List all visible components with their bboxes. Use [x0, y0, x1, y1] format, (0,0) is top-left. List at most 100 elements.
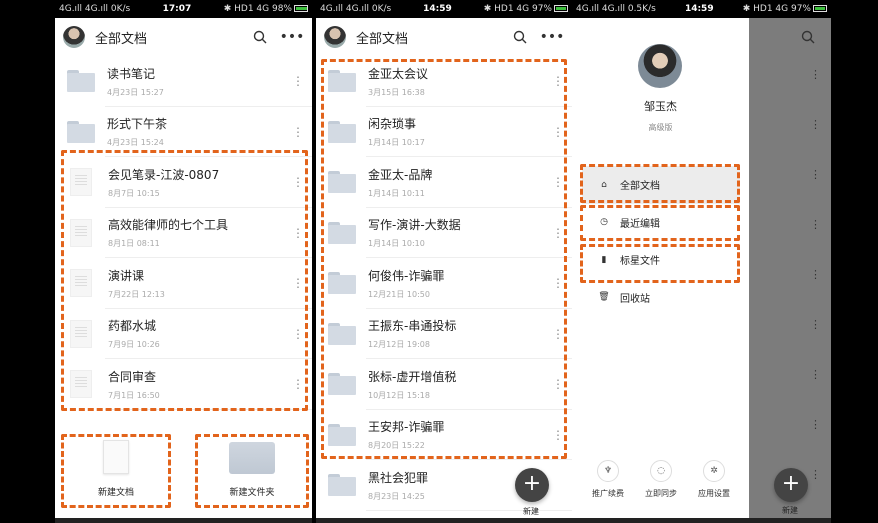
new-fab-label: 新建: [523, 507, 539, 516]
item-more-icon[interactable]: ⋮: [552, 378, 564, 390]
screen-all-docs: 4G.ıll 4G.ıll 0K/s 17:07 ✱ HD1 4G 98% 全部…: [55, 0, 312, 523]
list-item[interactable]: 读书笔记 4月23日 15:27 ⋮: [55, 56, 312, 107]
home-icon: ⌂: [601, 179, 607, 190]
file-list: 读书笔记 4月23日 15:27 ⋮ 形式下午茶 4月23日 15:24 ⋮ 会见笔录-…: [55, 56, 312, 410]
menu-item-all-docs[interactable]: ⌂ 全部文档: [582, 166, 740, 204]
folder-icon: [328, 120, 356, 143]
drawer-menu: ⌂ 全部文档 ◷ 最近编辑 ▮ 标星文件 🗑 回收站: [582, 166, 740, 316]
avatar[interactable]: [63, 26, 85, 48]
list-item[interactable]: 王安邦-诈骗罪 8月20日 15:22 ⋮: [316, 410, 572, 461]
item-more-icon[interactable]: ⋮: [292, 227, 304, 239]
item-date: 3月15日 16:38: [368, 87, 425, 97]
more-icon: ⋮: [810, 318, 821, 331]
list-item[interactable]: 合同审查 7月1日 16:50 ⋮: [55, 359, 312, 410]
new-folder-label: 新建文件夹: [229, 488, 275, 498]
status-signal: 4G.ıll 4G.ıll 0K/s: [59, 4, 131, 14]
item-more-icon[interactable]: ⋮: [292, 176, 304, 188]
search-icon[interactable]: [508, 25, 532, 49]
list-item[interactable]: 何俊伟-诈骗罪 12月21日 10:50 ⋮: [316, 258, 572, 309]
screen-all-docs-2: 4G.ıll 4G.ıll 0K/s 14:59 ✱ HD1 4G 97% 全部…: [316, 0, 572, 523]
status-signal: 4G.ıll 4G.ıll 0K/s: [320, 4, 392, 14]
menu-item-starred[interactable]: ▮ 标星文件: [582, 241, 740, 279]
list-item[interactable]: 写作-演讲-大数据 1月14日 10:10 ⋮: [316, 208, 572, 259]
status-time: 14:59: [423, 4, 452, 14]
list-item[interactable]: 会见笔录-江波-0807 8月7日 10:15 ⋮: [55, 157, 312, 208]
list-item[interactable]: 金亚太会议 3月15日 16:38 ⋮: [316, 56, 572, 107]
status-right: ✱ HD1 4G 98%: [224, 4, 308, 14]
item-date: 12月12日 19:08: [368, 340, 430, 350]
menu-item-recent[interactable]: ◷ 最近编辑: [582, 204, 740, 242]
more-options-icon[interactable]: •••: [540, 25, 565, 49]
footer-label: 推广续费: [592, 489, 624, 498]
menu-item-label: 最近编辑: [620, 218, 660, 230]
new-fab-button: +: [774, 468, 808, 502]
user-avatar[interactable]: [638, 44, 682, 88]
item-more-icon[interactable]: ⋮: [552, 75, 564, 87]
list-item[interactable]: 药都水城 7月9日 10:26 ⋮: [55, 309, 312, 360]
promote-renew-button[interactable]: ♆ 推广续费: [586, 460, 630, 499]
battery-icon: [554, 5, 568, 12]
item-name: 张标-虚开增值税: [368, 369, 457, 384]
item-more-icon[interactable]: ⋮: [292, 378, 304, 390]
drawer-footer: ♆ 推广续费 ◌ 立即同步 ✲ 应用设置: [586, 460, 736, 499]
item-more-icon[interactable]: ⋮: [552, 277, 564, 289]
item-name: 药都水城: [108, 319, 157, 334]
new-document-button[interactable]: 新建文档: [65, 432, 167, 506]
more-icon: ⋮: [810, 368, 821, 381]
sync-icon: ◌: [650, 460, 672, 482]
sync-now-button[interactable]: ◌ 立即同步: [639, 460, 683, 499]
more-options-icon[interactable]: •••: [280, 25, 305, 49]
list-item[interactable]: 形式下午茶 4月23日 15:24 ⋮: [55, 107, 312, 158]
document-icon: [70, 319, 92, 348]
battery-icon: [294, 5, 308, 12]
item-more-icon[interactable]: ⋮: [292, 126, 304, 138]
item-name: 高效能律师的七个工具: [108, 218, 229, 233]
item-date: 4月23日 15:24: [107, 138, 164, 148]
page-title: 全部文档: [356, 31, 409, 47]
new-folder-button[interactable]: 新建文件夹: [197, 432, 307, 506]
item-date: 8月1日 08:11: [108, 239, 160, 249]
dimmed-overlay[interactable]: ⋮ ⋮ ⋮ ⋮ ⋮ ⋮ ⋮ ⋮ ⋮ + 新建: [749, 18, 831, 523]
document-icon: [70, 370, 92, 399]
list-item[interactable]: 王振东-串通投标 12月12日 19:08 ⋮: [316, 309, 572, 360]
item-name: 合同审查: [108, 369, 157, 384]
item-more-icon[interactable]: ⋮: [552, 429, 564, 441]
footer-label: 立即同步: [645, 489, 677, 498]
create-panel: 新建文档 新建文件夹: [55, 432, 312, 510]
more-icon: ⋮: [810, 118, 821, 131]
item-more-icon[interactable]: ⋮: [292, 328, 304, 340]
item-more-icon[interactable]: ⋮: [292, 277, 304, 289]
item-name: 闲杂琐事: [368, 117, 417, 132]
avatar[interactable]: [324, 26, 346, 48]
more-icon: ⋮: [810, 218, 821, 231]
item-date: 1月14日 10:11: [368, 188, 425, 198]
menu-item-label: 全部文档: [620, 181, 660, 193]
list-item[interactable]: 闲杂琐事 1月14日 10:17 ⋮: [316, 107, 572, 158]
folder-icon: [67, 120, 95, 143]
list-item[interactable]: 金亚太-品牌 1月14日 10:11 ⋮: [316, 157, 572, 208]
item-more-icon[interactable]: ⋮: [292, 75, 304, 87]
item-name: 王振东-串通投标: [368, 319, 457, 334]
item-date: 12月21日 10:50: [368, 289, 430, 299]
list-item[interactable]: 演讲课 7月22日 12:13 ⋮: [55, 258, 312, 309]
item-name: 会见笔录-江波-0807: [108, 167, 220, 182]
document-icon: [70, 218, 92, 247]
item-name: 读书笔记: [107, 66, 156, 81]
item-more-icon[interactable]: ⋮: [552, 126, 564, 138]
search-icon: [749, 18, 831, 56]
item-more-icon[interactable]: ⋮: [552, 176, 564, 188]
item-more-icon[interactable]: ⋮: [552, 227, 564, 239]
list-item[interactable]: 张标-虚开增值税 10月12日 15:18 ⋮: [316, 359, 572, 410]
footer-label: 应用设置: [698, 489, 730, 498]
menu-item-trash[interactable]: 🗑 回收站: [582, 279, 740, 317]
item-more-icon[interactable]: ⋮: [552, 328, 564, 340]
item-date: 8月7日 10:15: [108, 188, 160, 198]
list-item[interactable]: 高效能律师的七个工具 8月1日 08:11 ⋮: [55, 208, 312, 259]
new-fab-button[interactable]: +: [515, 468, 549, 502]
status-time: 14:59: [684, 4, 714, 14]
app-settings-button[interactable]: ✲ 应用设置: [692, 460, 736, 499]
item-date: 8月20日 15:22: [368, 441, 425, 451]
search-icon[interactable]: [248, 25, 272, 49]
folder-list: 金亚太会议 3月15日 16:38 ⋮ 闲杂琐事 1月14日 10:17 ⋮ 金亚太-品…: [316, 56, 572, 511]
menu-item-label: 标星文件: [620, 256, 660, 268]
